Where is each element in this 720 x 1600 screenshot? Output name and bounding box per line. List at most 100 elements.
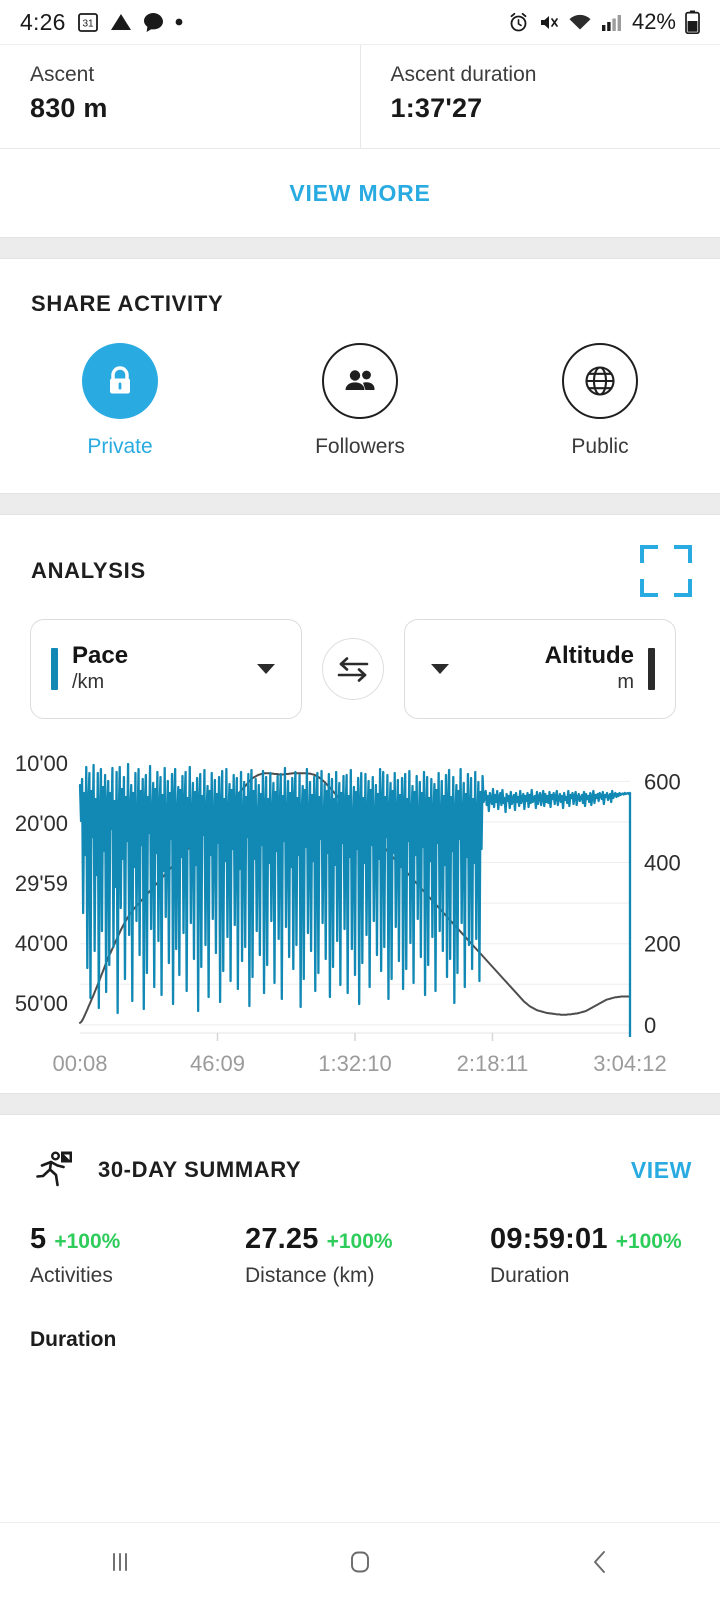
section-divider <box>0 237 720 259</box>
left-metric-color-bar <box>51 648 58 690</box>
share-activity-card: SHARE ACTIVITY Private Followers Public <box>0 259 720 493</box>
summary-title: 30-DAY SUMMARY <box>98 1157 302 1182</box>
summary-stats-row: 5 +100% Activities 27.25 +100% Distance … <box>0 1195 720 1288</box>
home-icon <box>345 1547 375 1577</box>
stat-value: 1:37'27 <box>390 93 483 123</box>
svg-text:31: 31 <box>82 19 94 30</box>
stat-label: Ascent <box>30 63 95 86</box>
section-divider-2 <box>0 493 720 515</box>
drive-triangle-icon <box>110 12 132 32</box>
back-button[interactable] <box>480 1548 720 1576</box>
summary-view-button[interactable]: VIEW <box>631 1157 692 1184</box>
summary-stat-label: Duration <box>490 1264 570 1287</box>
summary-stat-value: 27.25 <box>245 1223 319 1255</box>
right-metric-name: Altitude <box>544 642 634 670</box>
summary-stat-distance: 27.25 +100% Distance (km) <box>215 1223 460 1288</box>
right-metric-color-bar <box>648 648 655 690</box>
calendar-31-icon: 31 <box>77 11 99 33</box>
wifi-icon <box>568 12 592 33</box>
summary-header: 30-DAY SUMMARY VIEW <box>0 1115 720 1195</box>
swap-arrows-icon <box>336 654 370 684</box>
analysis-header: ANALYSIS <box>0 545 720 597</box>
svg-text:200: 200 <box>644 932 681 957</box>
recents-button[interactable] <box>0 1548 240 1576</box>
svg-text:50'00: 50'00 <box>15 991 68 1016</box>
stat-cell-ascent-duration: Ascent duration 1:37'27 <box>359 45 720 148</box>
fullscreen-icon[interactable] <box>640 545 692 597</box>
stat-value: 830 m <box>30 93 108 123</box>
chat-bubble-icon <box>143 12 164 33</box>
swap-metrics-button[interactable] <box>322 638 384 700</box>
share-option-public[interactable]: Public <box>480 343 720 459</box>
share-option-followers[interactable]: Followers <box>240 343 480 459</box>
left-metric-name: Pace <box>72 642 129 670</box>
duration-heading: Duration <box>30 1328 117 1351</box>
summary-stat-duration: 09:59:01 +100% Duration <box>460 1223 720 1288</box>
svg-text:20'00: 20'00 <box>15 811 68 836</box>
chevron-down-icon[interactable] <box>257 664 275 674</box>
summary-stat-activities: 5 +100% Activities <box>0 1223 215 1288</box>
section-divider-3 <box>0 1093 720 1115</box>
summary-stat-delta: +100% <box>326 1230 393 1253</box>
status-time: 4:26 <box>20 8 66 35</box>
summary-stat-label: Activities <box>30 1264 113 1287</box>
people-icon <box>342 367 378 395</box>
left-metric-unit: /km <box>72 670 105 693</box>
share-activity-title: SHARE ACTIVITY <box>31 291 224 316</box>
svg-text:40'00: 40'00 <box>15 931 68 956</box>
back-icon <box>586 1548 614 1576</box>
share-option-followers-circle[interactable] <box>322 343 398 419</box>
summary-stat-label: Distance (km) <box>245 1264 375 1287</box>
svg-text:400: 400 <box>644 851 681 876</box>
dot-icon <box>175 18 183 26</box>
analysis-chart[interactable]: 10'00 20'00 29'59 40'00 50'00 600 400 200 0 00:08… <box>0 745 720 1075</box>
metric-selectors: Pace /km Altitude m <box>0 597 720 719</box>
home-button[interactable] <box>240 1547 480 1577</box>
summary-stat-delta: +100% <box>54 1230 121 1253</box>
globe-icon <box>583 364 617 398</box>
status-bar-left: 4:26 31 <box>20 9 183 36</box>
share-option-followers-label: Followers <box>315 435 405 458</box>
svg-text:1:32:10: 1:32:10 <box>318 1051 391 1075</box>
battery-icon <box>685 10 700 34</box>
analysis-title: ANALYSIS <box>31 558 146 583</box>
share-option-public-label: Public <box>571 435 629 458</box>
svg-text:600: 600 <box>644 769 681 794</box>
summary-card: 30-DAY SUMMARY VIEW 5 +100% Activities 2… <box>0 1115 720 1352</box>
battery-percent: 42% <box>631 9 676 34</box>
share-option-private-circle[interactable] <box>82 343 158 419</box>
ascent-stats-row: Ascent 830 m Ascent duration 1:37'27 <box>0 44 720 149</box>
analysis-chart-svg[interactable]: 10'00 20'00 29'59 40'00 50'00 600 400 200 0 00:08… <box>0 745 720 1075</box>
share-option-private-label: Private <box>87 435 153 458</box>
share-options-row: Private Followers Public <box>0 317 720 493</box>
summary-stat-value: 09:59:01 <box>490 1223 608 1255</box>
view-more-button[interactable]: VIEW MORE <box>0 149 720 237</box>
svg-text:0: 0 <box>644 1013 656 1038</box>
android-nav-bar <box>0 1522 720 1600</box>
svg-text:3:04:12: 3:04:12 <box>593 1051 666 1075</box>
right-metric-unit: m <box>617 670 634 693</box>
running-person-icon <box>30 1145 80 1195</box>
svg-text:00:08: 00:08 <box>52 1051 107 1075</box>
chevron-down-icon[interactable] <box>431 664 449 674</box>
analysis-card: ANALYSIS Pace /km Altitude m 10'00 20'00… <box>0 515 720 1093</box>
status-bar-right: 42% <box>508 9 700 35</box>
svg-text:2:18:11: 2:18:11 <box>457 1051 529 1075</box>
share-option-private[interactable]: Private <box>0 343 240 459</box>
alarm-icon <box>508 12 529 33</box>
stat-label: Ascent duration <box>390 63 537 86</box>
summary-stat-value: 5 <box>30 1223 47 1255</box>
ascent-stats-card: Ascent 830 m Ascent duration 1:37'27 VIE… <box>0 44 720 237</box>
summary-stat-delta: +100% <box>615 1230 682 1253</box>
mute-icon <box>538 12 559 33</box>
left-metric-selector[interactable]: Pace /km <box>30 619 302 719</box>
status-bar: 4:26 31 42% <box>0 0 720 44</box>
svg-text:29'59: 29'59 <box>15 871 68 896</box>
svg-text:10'00: 10'00 <box>15 751 68 776</box>
stat-cell-ascent: Ascent 830 m <box>0 45 360 148</box>
right-metric-selector[interactable]: Altitude m <box>404 619 676 719</box>
lock-icon <box>103 363 137 399</box>
share-option-public-circle[interactable] <box>562 343 638 419</box>
recents-icon <box>106 1548 134 1576</box>
signal-icon <box>601 12 623 32</box>
